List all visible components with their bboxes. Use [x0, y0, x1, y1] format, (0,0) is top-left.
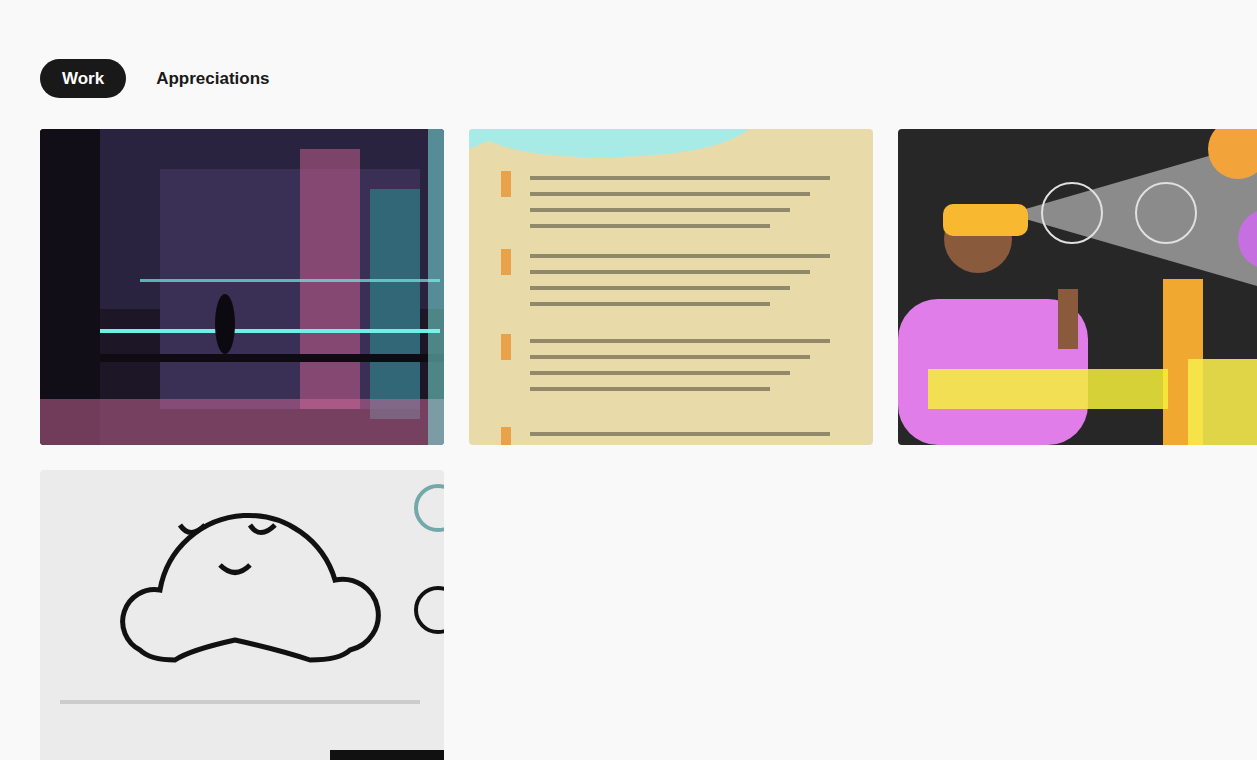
project-thumbnail [40, 470, 444, 760]
project-thumbnail [40, 129, 444, 445]
project-thumbnail [469, 129, 873, 445]
project-card[interactable] [40, 470, 444, 760]
tab[interactable]: Appreciations [134, 59, 291, 98]
project-card[interactable] [40, 129, 444, 445]
project-card[interactable] [469, 129, 873, 445]
project-card[interactable] [898, 129, 1257, 445]
tab[interactable]: Work [40, 59, 126, 98]
tab-bar: WorkAppreciations [40, 59, 1257, 98]
project-thumbnail [898, 129, 1257, 445]
project-grid [40, 129, 1257, 760]
